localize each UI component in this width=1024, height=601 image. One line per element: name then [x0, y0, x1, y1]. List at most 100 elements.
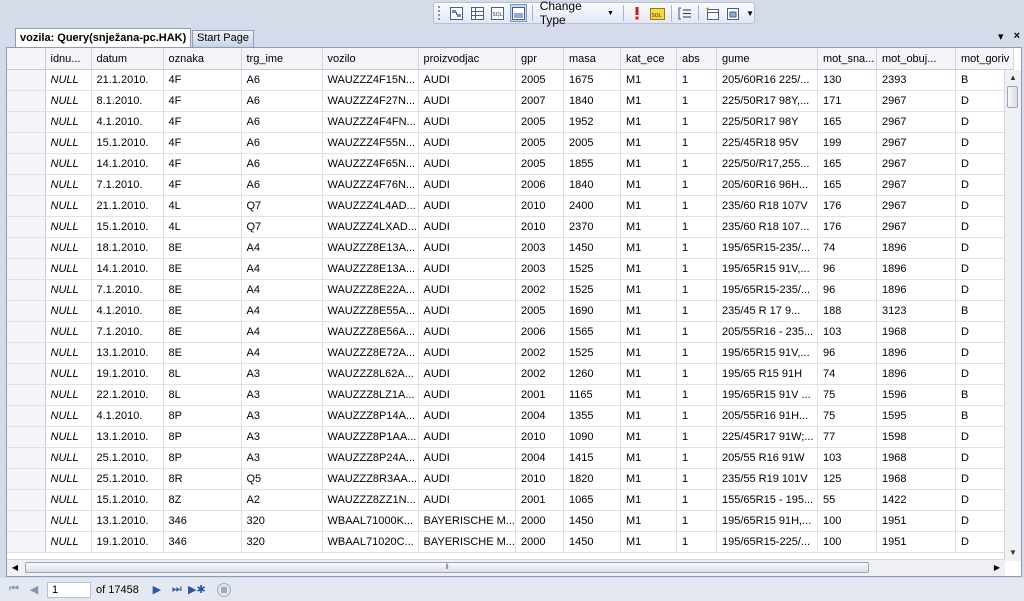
scroll-down-icon[interactable]: ▼ — [1005, 545, 1021, 561]
table-cell[interactable]: 1896 — [876, 342, 956, 364]
stop-icon[interactable] — [216, 582, 231, 597]
tab-vozila-query[interactable]: vozila: Query(snježana-pc.HAK) — [15, 28, 191, 47]
table-cell[interactable]: WAUZZZ8E55A... — [322, 300, 419, 322]
table-cell[interactable]: WAUZZZ8P14A... — [322, 405, 419, 427]
table-cell[interactable]: AUDI — [418, 426, 516, 448]
table-cell[interactable]: 1525 — [563, 258, 621, 280]
table-cell[interactable]: 8P — [163, 426, 242, 448]
verify-sql-button[interactable]: SQL — [649, 4, 666, 22]
table-cell[interactable]: 1525 — [563, 279, 621, 301]
table-cell[interactable]: 8E — [163, 342, 242, 364]
table-cell[interactable]: 1450 — [563, 237, 621, 259]
row-selector[interactable] — [7, 405, 46, 427]
row-selector[interactable] — [7, 69, 46, 91]
table-cell[interactable]: 346 — [163, 531, 242, 553]
table-cell[interactable]: 1951 — [876, 510, 956, 532]
tab-start-page[interactable]: Start Page — [192, 30, 254, 47]
table-cell[interactable]: 8E — [163, 237, 242, 259]
table-cell[interactable]: 1 — [676, 384, 717, 406]
row-selector[interactable] — [7, 111, 46, 133]
group-by-button[interactable] — [677, 4, 693, 22]
table-cell[interactable]: A3 — [241, 363, 323, 385]
table-cell[interactable]: NULL — [45, 153, 92, 175]
table-cell[interactable]: 195/65R15 91V ... — [716, 384, 818, 406]
table-cell[interactable]: NULL — [45, 132, 92, 154]
table-cell[interactable]: M1 — [620, 531, 677, 553]
table-cell[interactable]: NULL — [45, 279, 92, 301]
table-cell[interactable]: 25.1.2010. — [91, 447, 164, 469]
table-cell[interactable]: 2006 — [515, 321, 564, 343]
table-cell[interactable]: AUDI — [418, 90, 516, 112]
first-record-icon[interactable]: ⏮ — [4, 583, 24, 596]
table-cell[interactable]: 2003 — [515, 258, 564, 280]
table-cell[interactable]: 346 — [163, 510, 242, 532]
table-cell[interactable]: 235/55 R19 101V — [716, 468, 818, 490]
table-cell[interactable]: M1 — [620, 384, 677, 406]
row-selector[interactable] — [7, 468, 46, 490]
row-selector[interactable] — [7, 216, 46, 238]
table-cell[interactable]: 2004 — [515, 405, 564, 427]
table-cell[interactable]: WAUZZZ4F4FN... — [322, 111, 419, 133]
table-cell[interactable]: AUDI — [418, 468, 516, 490]
toolbar-grip[interactable] — [438, 6, 443, 20]
table-cell[interactable]: 1 — [676, 90, 717, 112]
table-cell[interactable]: 2967 — [876, 174, 956, 196]
table-cell[interactable]: AUDI — [418, 153, 516, 175]
table-cell[interactable]: 235/45 R 17 9... — [716, 300, 818, 322]
table-cell[interactable]: 2005 — [515, 111, 564, 133]
table-cell[interactable]: AUDI — [418, 132, 516, 154]
table-cell[interactable]: 2004 — [515, 447, 564, 469]
table-cell[interactable]: 1595 — [876, 405, 956, 427]
table-cell[interactable]: 75 — [817, 384, 877, 406]
table-cell[interactable]: AUDI — [418, 489, 516, 511]
table-cell[interactable]: Q7 — [241, 216, 323, 238]
previous-record-icon[interactable]: ◀ — [24, 583, 44, 596]
table-cell[interactable]: M1 — [620, 300, 677, 322]
table-cell[interactable]: 1 — [676, 489, 717, 511]
table-cell[interactable]: 1 — [676, 447, 717, 469]
table-cell[interactable]: 13.1.2010. — [91, 426, 164, 448]
table-cell[interactable]: NULL — [45, 195, 92, 217]
table-cell[interactable]: A3 — [241, 405, 323, 427]
table-cell[interactable]: 1 — [676, 426, 717, 448]
table-cell[interactable]: WAUZZZ4LXAD... — [322, 216, 419, 238]
table-cell[interactable]: 1 — [676, 237, 717, 259]
table-cell[interactable]: AUDI — [418, 237, 516, 259]
row-selector[interactable] — [7, 342, 46, 364]
table-cell[interactable]: NULL — [45, 363, 92, 385]
show-results-pane-button[interactable] — [510, 4, 527, 22]
table-cell[interactable]: 2400 — [563, 195, 621, 217]
table-cell[interactable]: 1855 — [563, 153, 621, 175]
table-cell[interactable]: 19.1.2010. — [91, 531, 164, 553]
table-row[interactable]: NULL 18.1.2010. 8E A4 WAUZZZ8E13A... AUDI 2003… — [7, 237, 1014, 259]
table-cell[interactable]: 1 — [676, 510, 717, 532]
table-cell[interactable]: 4L — [163, 195, 242, 217]
table-cell[interactable]: M1 — [620, 426, 677, 448]
table-cell[interactable]: NULL — [45, 216, 92, 238]
table-cell[interactable]: WAUZZZ8E72A... — [322, 342, 419, 364]
table-cell[interactable]: AUDI — [418, 342, 516, 364]
table-cell[interactable]: NULL — [45, 90, 92, 112]
table-cell[interactable]: A6 — [241, 132, 323, 154]
table-cell[interactable]: 8E — [163, 300, 242, 322]
table-cell[interactable]: 1355 — [563, 405, 621, 427]
table-cell[interactable]: WAUZZZ8P1AA... — [322, 426, 419, 448]
table-cell[interactable]: NULL — [45, 468, 92, 490]
row-selector[interactable] — [7, 384, 46, 406]
column-header[interactable]: kat_ece — [620, 48, 677, 70]
row-selector[interactable] — [7, 489, 46, 511]
table-cell[interactable]: NULL — [45, 342, 92, 364]
table-cell[interactable]: A3 — [241, 447, 323, 469]
row-selector[interactable] — [7, 132, 46, 154]
table-cell[interactable]: 235/60 R18 107... — [716, 216, 818, 238]
vertical-scroll-thumb[interactable] — [1007, 86, 1018, 108]
row-selector[interactable] — [7, 258, 46, 280]
table-cell[interactable]: 2967 — [876, 132, 956, 154]
table-cell[interactable]: 2967 — [876, 195, 956, 217]
table-row[interactable]: NULL 4.1.2010. 8P A3 WAUZZZ8P14A... AUDI 2004 1… — [7, 405, 1014, 427]
table-cell[interactable]: 1840 — [563, 174, 621, 196]
scroll-left-icon[interactable]: ◀ — [7, 560, 23, 576]
show-grid-pane-button[interactable] — [469, 4, 485, 22]
table-cell[interactable]: 1 — [676, 132, 717, 154]
table-cell[interactable]: A6 — [241, 174, 323, 196]
